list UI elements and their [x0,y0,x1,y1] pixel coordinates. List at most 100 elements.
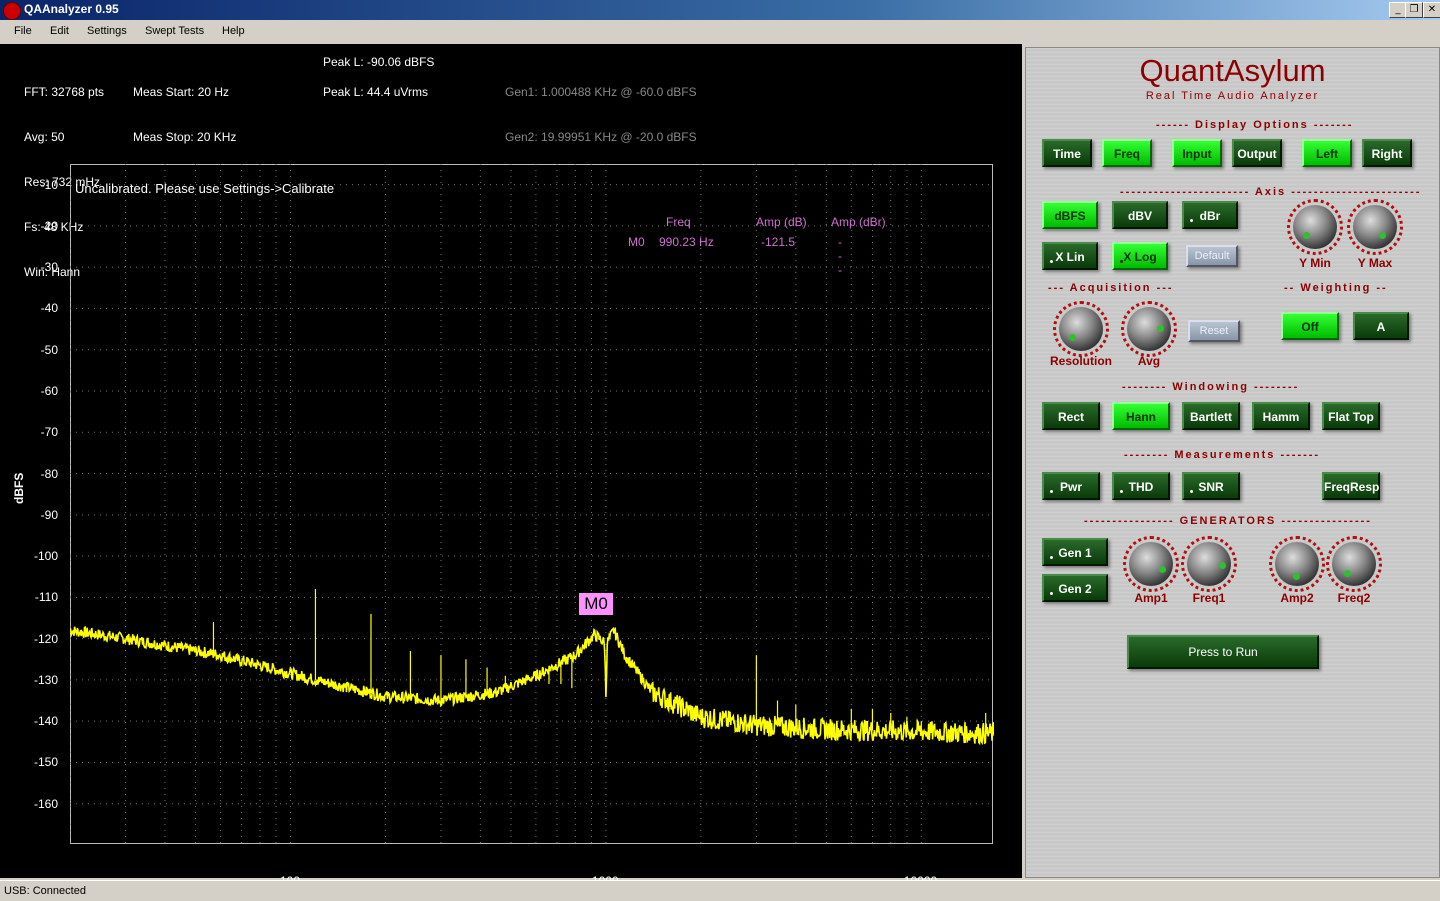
info-gen2: Gen2: 19.99951 KHz @ -20.0 dBFS [505,130,697,144]
reset-button[interactable]: Reset [1188,320,1240,342]
y-tick-label: -70 [40,425,58,440]
x-lin-indicator-icon [1050,260,1053,263]
thd-indicator-icon [1120,490,1123,493]
spectrum-trace [70,626,994,746]
info-gen1: Gen1: 1.000488 KHz @ -60.0 dBFS [505,85,697,99]
freq1-knob-indicator-icon [1219,562,1226,569]
generator-info: Gen1: 1.000488 KHz @ -60.0 dBFS Gen2: 19… [505,55,697,175]
marker-row-freq: 990.23 Hz [659,235,714,249]
marker-header-amp-dbr: Amp (dBr) [831,215,886,229]
avg-label: Avg [1137,354,1161,368]
hann-window-button[interactable]: Hann [1112,402,1170,430]
freq-button[interactable]: Freq [1102,139,1152,167]
marker-m0-flag[interactable]: M0 [579,593,613,615]
freq2-knob[interactable] [1326,536,1382,592]
snr-label: SNR [1198,480,1224,494]
thd-label: THD [1128,480,1154,494]
right-channel-button[interactable]: Right [1362,139,1412,167]
x-log-indicator-icon [1120,260,1123,263]
avg-knob-indicator-icon [1157,325,1164,332]
gen2-indicator-icon [1050,592,1053,595]
y-tick-label: -120 [33,631,58,646]
meas-range-info: Meas Start: 20 Hz Meas Stop: 20 KHz [133,55,236,175]
y-max-label: Y Max [1357,256,1393,270]
dbr-button[interactable]: dBr [1182,201,1238,229]
marker-header-amp-db: Amp (dB) [756,215,807,229]
output-button[interactable]: Output [1232,139,1282,167]
y-tick-label: -40 [40,301,58,316]
window-title: QAAnalyzer 0.95 [24,2,119,16]
dbfs-button[interactable]: dBFS [1042,201,1098,229]
plot-frame [70,164,993,844]
bartlett-window-button[interactable]: Bartlett [1182,402,1240,430]
menu-bar: File Edit Settings Swept Tests Help [0,20,1440,44]
menu-swept-tests[interactable]: Swept Tests [145,25,204,37]
gen2-button[interactable]: Gen 2 [1042,574,1108,602]
plot-area: FFT: 32768 pts Avg: 50 Res: 732 mHz Fs: … [0,44,1022,888]
close-button[interactable]: ✕ [1423,2,1440,18]
y-tick-label: -10 [40,177,58,192]
usb-status: USB: Connected [4,885,86,897]
weighting-off-button[interactable]: Off [1281,312,1339,340]
x-log-button[interactable]: X Log [1112,242,1168,270]
hamm-window-button[interactable]: Hamm [1252,402,1310,430]
menu-edit[interactable]: Edit [50,25,69,37]
grid-lines [70,164,994,845]
freq-resp-button[interactable]: FreqResp [1322,472,1380,500]
y-min-knob-indicator-icon [1303,232,1310,239]
default-button[interactable]: Default [1186,245,1238,267]
menu-settings[interactable]: Settings [87,25,127,37]
y-tick-label: -140 [33,714,58,729]
marker-row-name: M0 [628,235,645,249]
y-tick-label: -30 [40,260,58,275]
measurements-heading: -------- Measurements ------- [1124,449,1321,461]
thd-button[interactable]: THD [1112,472,1170,500]
freq1-knob[interactable] [1181,536,1237,592]
y-tick-label: -160 [33,796,58,811]
spectrum-chart[interactable] [70,164,994,845]
gen2-label: Gen 2 [1058,582,1092,596]
y-tick-label: -150 [33,755,58,770]
menu-help[interactable]: Help [222,25,245,37]
restore-button[interactable]: ❐ [1405,2,1423,18]
generators-heading: ---------------- GENERATORS ------------… [1084,515,1372,527]
pwr-indicator-icon [1050,490,1053,493]
weighting-heading: -- Weighting -- [1284,282,1388,294]
snr-indicator-icon [1190,490,1193,493]
time-button[interactable]: Time [1042,139,1092,167]
weighting-a-button[interactable]: A [1353,312,1409,340]
x-lin-label: X Lin [1055,250,1085,264]
brand-logo: QuantAsylum [1139,53,1326,88]
freq2-label: Freq2 [1337,591,1371,605]
snr-button[interactable]: SNR [1182,472,1240,500]
dbr-indicator-icon [1190,219,1193,222]
avg-knob[interactable] [1121,301,1177,357]
dbv-button[interactable]: dBV [1112,201,1168,229]
gen1-button[interactable]: Gen 1 [1042,538,1108,566]
windowing-heading: -------- Windowing -------- [1122,381,1300,393]
rect-window-button[interactable]: Rect [1042,402,1100,430]
amp1-knob-indicator-icon [1159,566,1166,573]
left-channel-button[interactable]: Left [1302,139,1352,167]
freq1-label: Freq1 [1192,591,1226,605]
marker-row-amp-dbr: --- [838,235,842,277]
y-max-knob-indicator-icon [1379,232,1386,239]
press-to-run-button[interactable]: Press to Run [1127,635,1319,669]
gen1-indicator-icon [1050,556,1053,559]
info-peak-vrms: Peak L: 44.4 uVrms [323,85,428,99]
y-tick-label: -100 [33,549,58,564]
flat-top-window-button[interactable]: Flat Top [1322,402,1380,430]
dbr-button-label: dBr [1199,209,1221,223]
menu-file[interactable]: File [14,25,32,37]
x-lin-button[interactable]: X Lin [1042,242,1098,270]
resolution-knob[interactable] [1053,301,1109,357]
pwr-label: Pwr [1059,480,1082,494]
amp2-knob[interactable] [1269,536,1325,592]
amp1-knob[interactable] [1123,536,1179,592]
input-button[interactable]: Input [1172,139,1222,167]
y-max-knob[interactable] [1347,199,1403,255]
control-panel: QuantAsylum Real Time Audio Analyzer ---… [1025,47,1440,878]
app-icon [3,2,21,20]
y-min-knob[interactable] [1287,199,1343,255]
pwr-button[interactable]: Pwr [1042,472,1100,500]
